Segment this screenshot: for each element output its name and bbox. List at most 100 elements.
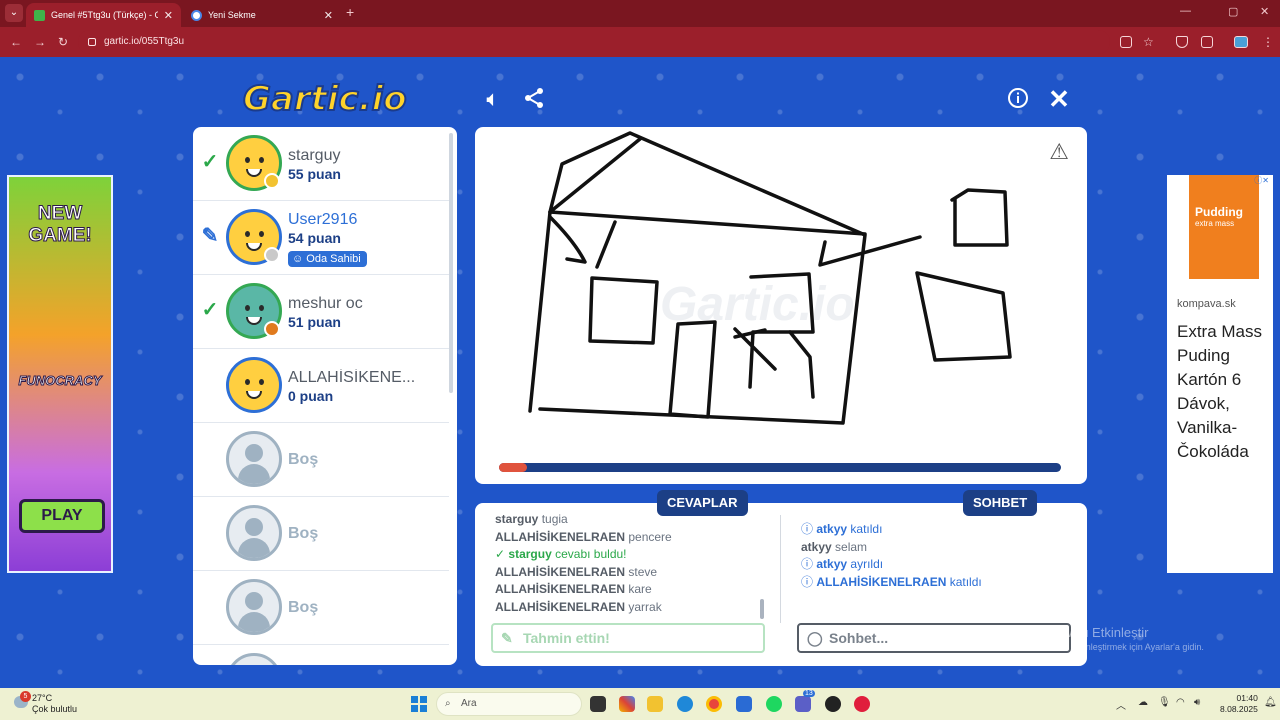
minimize-icon[interactable]: — <box>1180 5 1191 17</box>
network-icon[interactable]: ☁︎ <box>1138 697 1148 708</box>
address-url: gartic.io/055Ttg3u <box>104 36 185 47</box>
player-row[interactable]: ✓ meshur oc 51 puan <box>193 275 449 349</box>
player-row[interactable]: ALLAHİSİKENE... 0 puan <box>193 349 449 423</box>
tab-gartic[interactable]: Genel #5Ttg3u (Türkçe) - Gartic ✕ <box>26 3 181 27</box>
checkmark-icon: ✓ <box>201 299 219 321</box>
start-button[interactable] <box>411 696 427 712</box>
close-window-icon[interactable]: ✕ <box>1260 5 1269 18</box>
steam-icon[interactable] <box>825 696 841 712</box>
empty-slot-label: Boş <box>288 525 319 542</box>
empty-avatar-icon <box>226 653 282 665</box>
tab-title: Genel #5Ttg3u (Türkçe) - Gartic <box>51 10 158 20</box>
player-row[interactable]: ✎ User2916 54 puan ☺ Oda Sahibi <box>193 201 449 275</box>
info-icon: ⓘ <box>801 574 814 589</box>
chrome-icon[interactable] <box>706 696 722 712</box>
ad-title: Extra Mass Puding Kartón 6 Dávok, Vanilk… <box>1177 322 1263 461</box>
drawing-canvas[interactable]: Gartic.io ⚠︎ <box>475 127 1087 484</box>
info-icon[interactable] <box>1006 87 1030 111</box>
player-score: 55 puan <box>288 166 341 182</box>
chat-line-system: ⓘ atkyy katıldı <box>801 522 883 536</box>
ad-headline-2: GAME! <box>28 225 92 247</box>
task-view-icon[interactable] <box>590 696 606 712</box>
microphone-icon[interactable]: 🎙︎ <box>1158 697 1171 708</box>
player-name: starguy <box>288 147 341 164</box>
extensions-icon[interactable] <box>1201 36 1213 48</box>
empty-slot: Boş <box>193 423 449 497</box>
back-icon[interactable]: ← <box>10 35 22 49</box>
pencil-icon: ✎ <box>201 225 219 247</box>
browser-toolbar: ← → ↻ gartic.io/055Ttg3u ☆ ⋮ <box>0 27 1280 57</box>
notifications-icon[interactable]: 🔔︎ <box>1264 697 1277 708</box>
empty-slot: Boş <box>193 497 449 571</box>
store-icon[interactable] <box>736 696 752 712</box>
ad-source: kompava.sk <box>1177 298 1236 310</box>
teams-icon[interactable]: 13 <box>795 690 815 712</box>
cast-icon[interactable] <box>1120 36 1132 48</box>
round-timer-bar <box>499 463 1061 472</box>
tab-search-button[interactable]: ⌄ <box>5 4 23 22</box>
player-name: ALLAHİSİKENE... <box>288 369 416 386</box>
answers-scrollbar[interactable] <box>760 599 764 619</box>
profile-icon[interactable] <box>1234 36 1248 48</box>
copilot-icon[interactable] <box>619 696 635 712</box>
player-row[interactable]: ✓ starguy 55 puan <box>193 127 449 201</box>
game-area: Gartic.io 🔈︎ ✕ ✓ starguy 55 puan ✎ User2… <box>0 57 1280 688</box>
info-icon: ⓘ <box>801 522 814 536</box>
answer-line: ALLAHİSİKENELRAEN kare <box>495 582 652 597</box>
player-score: 54 puan <box>288 230 341 246</box>
edge-icon[interactable] <box>677 696 693 712</box>
exit-icon[interactable]: ✕ <box>1047 86 1071 112</box>
tab-new[interactable]: Yeni Sekme ✕ <box>183 3 341 27</box>
tab-chat[interactable]: SOHBET <box>963 490 1038 516</box>
player-score: 51 puan <box>288 314 341 330</box>
close-tab-icon[interactable]: ✕ <box>324 9 333 22</box>
player-list-scrollbar[interactable] <box>449 133 453 393</box>
gartic-favicon-icon <box>34 9 45 21</box>
ad-headline: NEW <box>37 203 83 225</box>
avatar <box>226 357 282 413</box>
ad-banner-right[interactable]: Pudding extra mass ⓘ✕ kompava.sk Extra M… <box>1167 175 1273 573</box>
answer-input[interactable]: ✎ Tahmin ettin! <box>491 623 765 653</box>
spotify-icon[interactable] <box>766 696 782 712</box>
taskbar-search[interactable]: ⌕ Ara <box>436 692 582 716</box>
reload-icon[interactable]: ↻ <box>58 35 68 49</box>
player-name: User2916 <box>288 211 358 228</box>
player-name: meshur oc <box>288 295 363 312</box>
ad-banner-left[interactable]: NEW GAME! FUNOCRACY PLAY <box>7 175 113 573</box>
empty-avatar-icon <box>226 505 282 561</box>
address-bar[interactable]: gartic.io/055Ttg3u <box>78 30 1110 54</box>
shield-extension-icon[interactable] <box>1176 36 1188 48</box>
system-clock[interactable]: 01:40 8.08.2025 <box>1220 693 1258 715</box>
ad-play-button[interactable]: PLAY <box>19 499 105 533</box>
menu-icon[interactable]: ⋮ <box>1262 35 1274 49</box>
panel-divider <box>780 515 781 623</box>
round-timer-fill <box>499 463 528 472</box>
sound-icon[interactable]: 🔈︎ <box>481 87 505 111</box>
bookmark-star-icon[interactable]: ☆ <box>1143 35 1154 49</box>
windows-activation-notice: Windows'u Etkinleştir Windows'u etkinleş… <box>1026 625 1204 652</box>
maximize-icon[interactable]: ▢ <box>1228 5 1238 18</box>
volume-icon[interactable]: 🔊︎ <box>1194 697 1200 708</box>
empty-avatar-icon <box>226 431 282 487</box>
chat-panel: CEVAPLAR SOHBET starguy tugia ALLAHİSİKE… <box>475 490 1087 666</box>
file-explorer-icon[interactable] <box>647 696 663 712</box>
chat-line-system: ⓘ ALLAHİSİKENELRAEN katıldı <box>801 574 982 589</box>
new-tab-icon[interactable]: + <box>346 4 354 20</box>
tray-overflow-icon[interactable]: ︿ <box>1116 697 1126 712</box>
answer-line: starguy tugia <box>495 512 568 526</box>
close-tab-icon[interactable]: ✕ <box>164 9 173 22</box>
browser-tab-bar: ⌄ Genel #5Ttg3u (Türkçe) - Gartic ✕ Yeni… <box>0 0 1280 27</box>
forward-icon[interactable]: → <box>34 35 46 49</box>
ad-choices-icon[interactable]: ⓘ✕ <box>1254 175 1269 186</box>
search-icon: ⌕ <box>445 698 451 709</box>
site-info-icon[interactable] <box>88 38 96 46</box>
answer-line: ALLAHİSİKENELRAEN steve <box>495 564 658 579</box>
wifi-icon[interactable]: ◠ <box>1176 697 1185 708</box>
game-app-icon[interactable] <box>854 696 870 712</box>
player-list: ✓ starguy 55 puan ✎ User2916 54 puan ☺ O… <box>193 127 457 665</box>
chat-feed: ⓘ atkyy katıldı atkyy selam ⓘ atkyy ayrı… <box>801 521 1071 591</box>
answer-line: ALLAHİSİKENELRAEN pencere <box>495 529 672 544</box>
tab-title: Yeni Sekme <box>208 10 256 20</box>
share-icon[interactable] <box>522 87 546 111</box>
answers-feed: starguy tugia ALLAHİSİKENELRAEN pencere … <box>495 512 770 617</box>
